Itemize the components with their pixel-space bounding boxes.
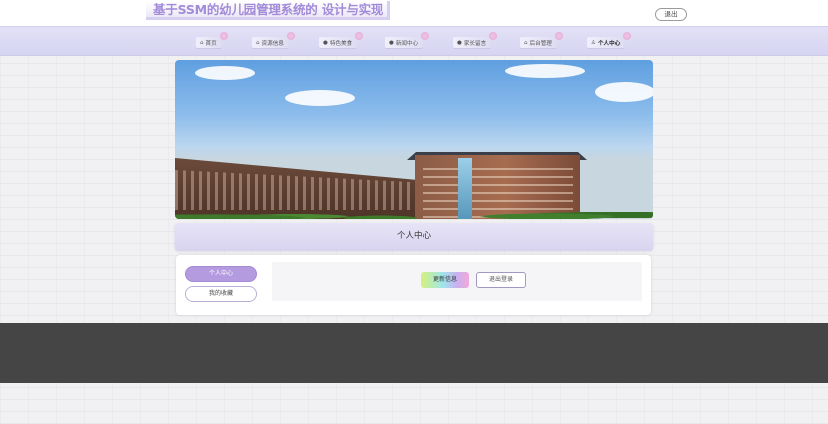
banner-carousel[interactable] (175, 60, 653, 219)
nav-item-admin[interactable]: ⌂ 后台管理 (520, 37, 557, 48)
admin-icon: ⌂ (524, 39, 528, 46)
nav-item-label: 首页 (205, 40, 217, 47)
resource-icon: ⌂ (256, 39, 260, 46)
nav-item-resources[interactable]: ⌂ 资源信息 (252, 37, 289, 48)
logout-account-button[interactable]: 退出登录 (476, 272, 526, 288)
nav-item-label: 资源信息 (261, 40, 284, 47)
profile-panel: 个人中心 我的收藏 更新信息 退出登录 (176, 255, 651, 315)
user-icon: ♙ (591, 39, 596, 46)
nav-item-messages[interactable]: ● 家长留言 (453, 37, 492, 48)
top-bar: 基于SSM的幼儿园管理系统的 设计与实现 退出 (0, 0, 828, 26)
nav-item-label: 个人中心 (597, 40, 621, 47)
nav-item-label: 新闻中心 (395, 40, 419, 47)
section-title: 个人中心 (175, 223, 653, 250)
site-title: 基于SSM的幼儿园管理系统的 设计与实现 (146, 1, 390, 20)
food-icon: ● (323, 39, 328, 46)
news-icon: ● (389, 39, 394, 46)
home-icon: ⌂ (200, 39, 204, 46)
banner-cloud (195, 66, 255, 80)
nav-item-food[interactable]: ● 特色美食 (319, 37, 358, 48)
nav-item-label: 特色美食 (329, 40, 353, 47)
message-icon: ● (457, 39, 462, 46)
banner-trees (175, 200, 653, 219)
nav-item-profile[interactable]: ♙ 个人中心 (587, 37, 626, 48)
banner-cloud (285, 90, 355, 106)
nav-item-label: 后台管理 (529, 40, 552, 47)
sidebar-item-profile[interactable]: 个人中心 (185, 266, 257, 282)
sidebar-item-favorites[interactable]: 我的收藏 (185, 286, 257, 302)
profile-content: 更新信息 退出登录 (272, 262, 642, 301)
nav-item-news[interactable]: ● 新闻中心 (385, 37, 424, 48)
main-nav: ⌂ 首页 ⌂ 资源信息 ● 特色美食 ● 新闻中心 ● 家长留言 ⌂ 后台管理 … (0, 26, 828, 56)
banner-cloud (505, 64, 585, 78)
logout-button[interactable]: 退出 (655, 8, 687, 21)
update-info-button[interactable]: 更新信息 (421, 272, 469, 288)
nav-item-label: 家长留言 (463, 40, 487, 47)
nav-item-home[interactable]: ⌂ 首页 (196, 37, 222, 48)
footer (0, 323, 828, 383)
banner-cloud (595, 82, 653, 102)
